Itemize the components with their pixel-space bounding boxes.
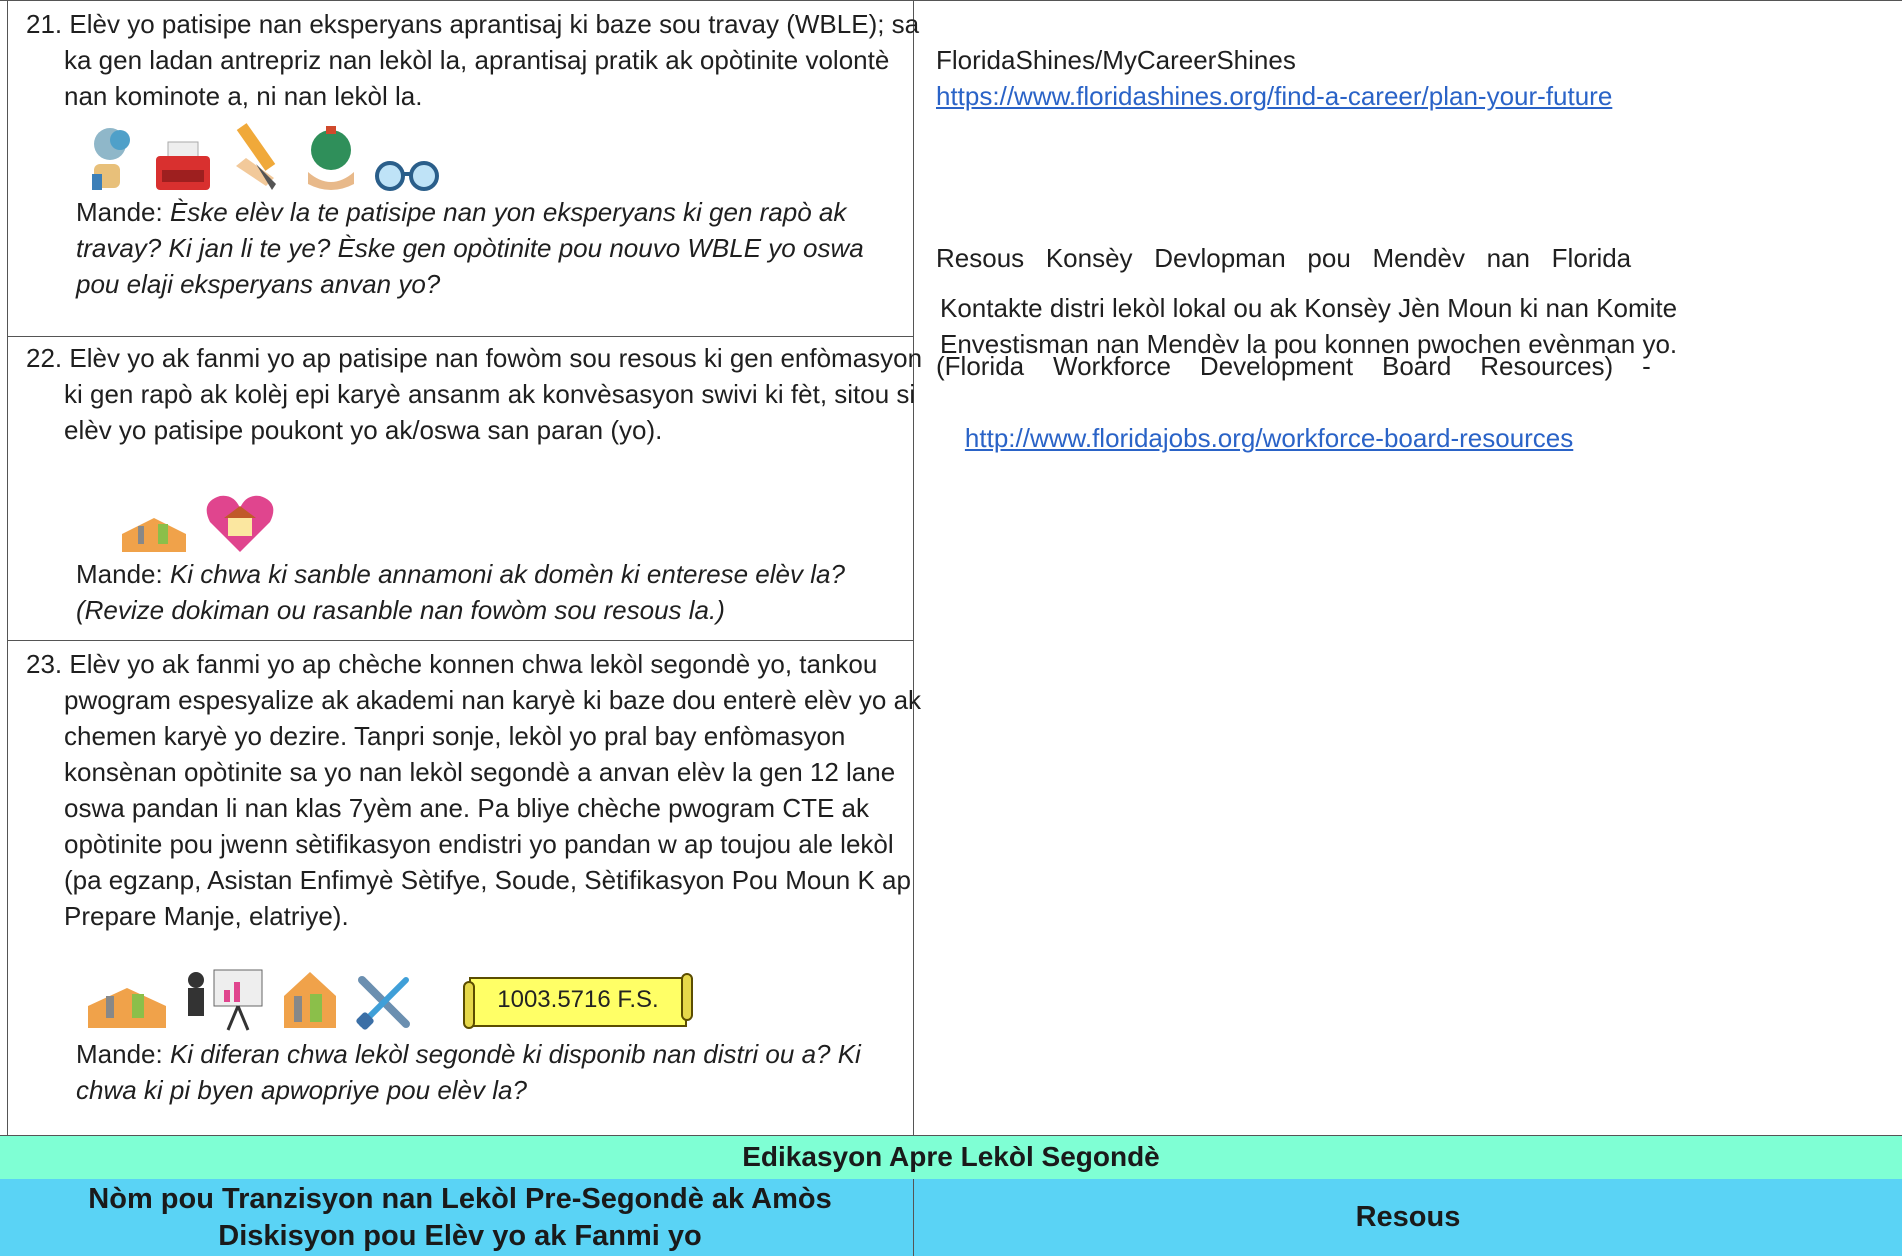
toolbox-icon <box>122 518 186 552</box>
item-21-icons <box>88 120 442 192</box>
statute-label: 1003.5716 F.S. <box>497 986 659 1013</box>
globe-hands-icon <box>308 126 354 190</box>
wrench-screwdriver-icon <box>356 976 410 1030</box>
resource-floridashines: FloridaShines/MyCareerShines https://www… <box>936 42 1696 114</box>
house-tools-icon <box>284 972 336 1028</box>
presenter-chart-icon <box>188 969 263 1031</box>
column-header-band: Nòm pou Tranzisyon nan Lekòl Pre-Segondè… <box>0 1179 1902 1256</box>
speech-hand-icon <box>92 128 130 190</box>
glasses-icon <box>375 161 439 191</box>
ruler-pen-icon <box>236 123 276 190</box>
row-divider-22-23 <box>7 640 913 641</box>
resource-floridashines-name: FloridaShines/MyCareerShines <box>936 45 1296 75</box>
top-border <box>0 0 1902 1</box>
item-22-ask: Mande: Ki chwa ki sanble annamoni ak dom… <box>76 559 845 625</box>
floridashines-link[interactable]: https://www.floridashines.org/find-a-car… <box>936 81 1612 111</box>
resource-workforce-line1: Resous Konsèy Devlopman pou Mendèv nan F… <box>936 243 1632 273</box>
item-21-ask: Mande: Èske elèv la te patisipe nan yon … <box>76 197 864 299</box>
left-border <box>7 0 8 1135</box>
item-22-text: 22. Elèv yo ak fanmi yo ap patisipe nan … <box>26 343 923 445</box>
resource-contact-district: Kontakte distri lekòl lokal ou ak Konsèy… <box>940 293 1678 359</box>
col-right-header: Resous <box>1355 1201 1461 1233</box>
item-22-icons <box>118 486 276 556</box>
floridajobs-link[interactable]: http://www.floridajobs.org/workforce-boa… <box>965 423 1573 453</box>
row-divider-21-22 <box>7 336 913 337</box>
heart-home-icon <box>206 495 274 552</box>
typewriter-icon <box>156 141 210 190</box>
item-23-icons <box>84 966 414 1032</box>
column-divider <box>913 0 914 1256</box>
statute-scroll-badge: 1003.5716 F.S. <box>462 972 694 1032</box>
toolbox-icon <box>88 988 166 1028</box>
item-21-text: 21. Elèv yo patisipe nan eksperyans apra… <box>26 9 920 111</box>
document-table: 21. Elèv yo patisipe nan eksperyans apra… <box>0 0 1902 1256</box>
section-title-band: Edikasyon Apre Lekòl Segondè <box>0 1135 1902 1180</box>
item-23-text: 23. Elèv yo ak fanmi yo ap chèche konnen… <box>26 649 922 931</box>
col-left-header: Nòm pou Tranzisyon nan Lekòl Pre-Segondè… <box>88 1183 832 1252</box>
item-23-ask: Mande: Ki diferan chwa lekòl segondè ki … <box>76 1039 861 1105</box>
section-title: Edikasyon Apre Lekòl Segondè <box>742 1141 1160 1172</box>
